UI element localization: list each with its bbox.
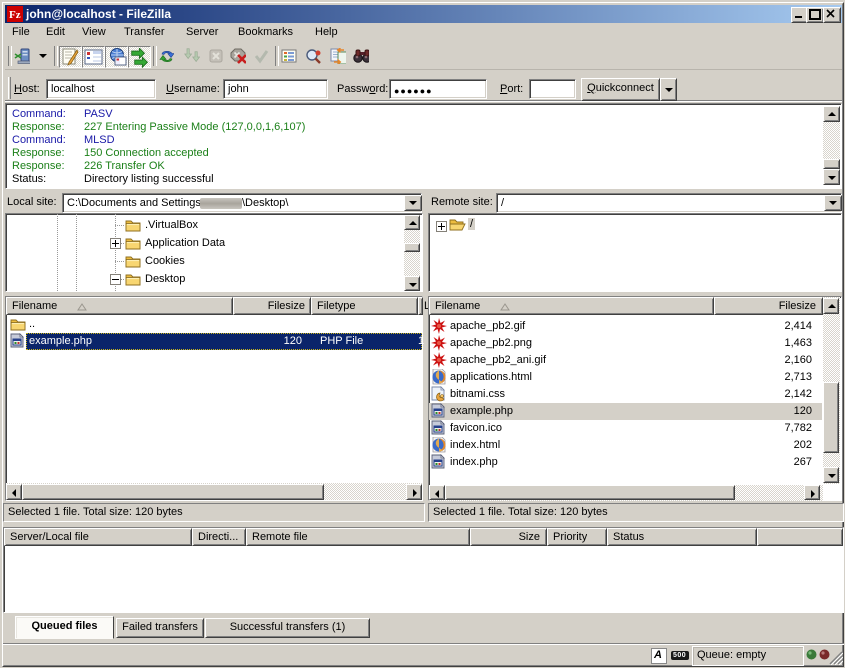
svg-text:Fz: Fz (9, 9, 21, 21)
